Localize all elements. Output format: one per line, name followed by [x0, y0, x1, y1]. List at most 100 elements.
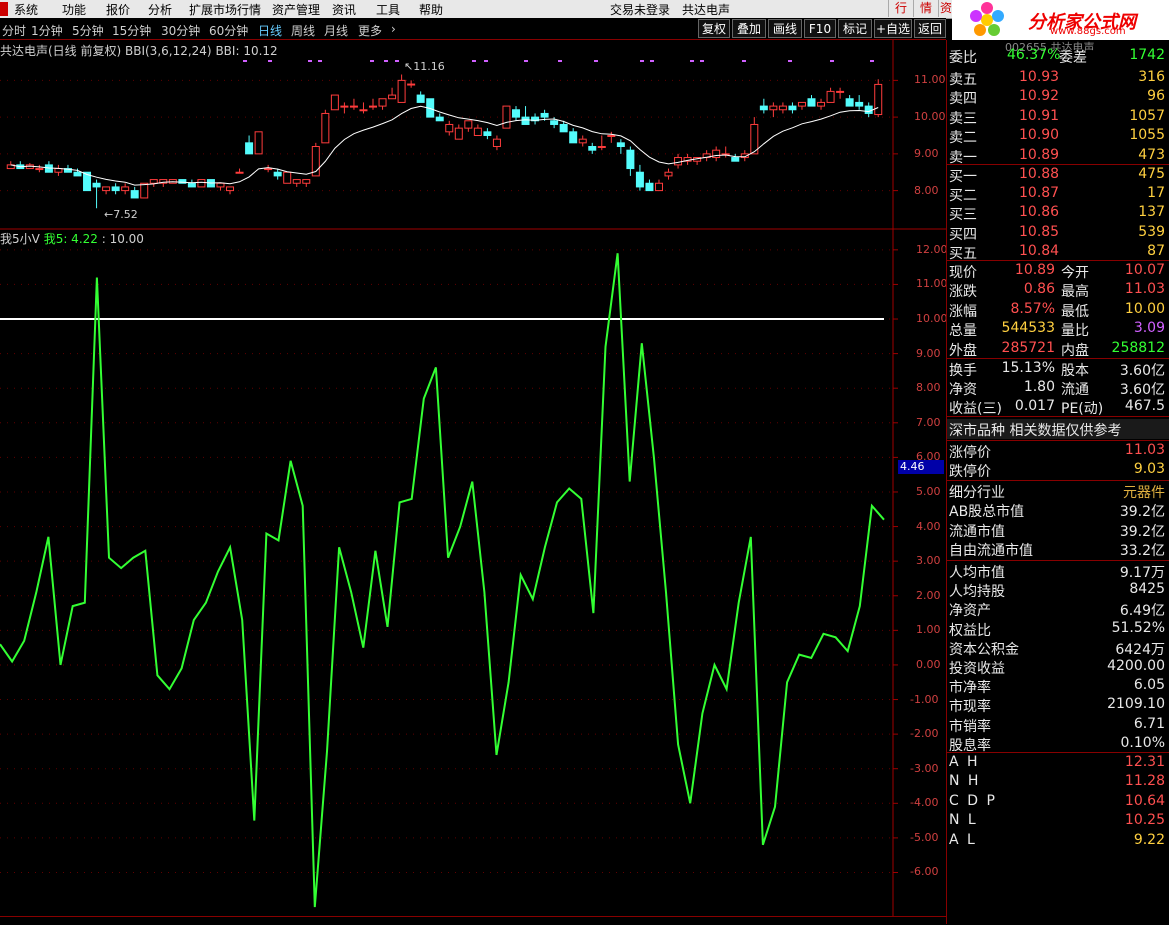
period-tab-more[interactable]: 更多: [358, 22, 382, 39]
y-tick-label: 4.00: [916, 519, 941, 533]
period-tab-weekly[interactable]: 周线: [291, 22, 315, 39]
bid-row: 买二 10.87 17: [947, 184, 1169, 205]
quote-value: 10.07: [1124, 262, 1165, 278]
detail-label: 市销率: [949, 718, 991, 735]
quote-value: 10.00: [1124, 300, 1165, 317]
candle-body: [797, 101, 806, 107]
quote-label: 内盘: [1061, 342, 1089, 359]
quote-label: 最高: [1061, 284, 1089, 301]
menu-news[interactable]: 资讯: [332, 1, 356, 18]
back-button[interactable]: 返回: [914, 19, 946, 38]
y-tick-label: 11.00: [914, 73, 946, 87]
quote-tab-button[interactable]: 行: [888, 0, 913, 17]
ask-row: 卖四 10.92 96: [947, 87, 1169, 107]
candle-body: [807, 98, 816, 107]
menu-help[interactable]: 帮助: [419, 1, 443, 18]
indicator-series-line: [0, 253, 885, 908]
overlay-button[interactable]: 叠加: [732, 19, 766, 38]
detail-value: 51.52%: [1111, 619, 1165, 636]
detail-value: 6424万: [1115, 641, 1165, 658]
formula-label: A L: [949, 831, 977, 848]
detail-label: 流通市值: [949, 523, 1005, 540]
bbi-line: [10, 105, 879, 186]
candle-body: [654, 182, 663, 192]
candle-body: [245, 142, 254, 155]
formula-value: 12.31: [1124, 754, 1165, 770]
quote-value: 8.57%: [1010, 300, 1055, 317]
candle-body: [149, 179, 158, 184]
detail-row: 投资收益 4200.00: [947, 657, 1169, 677]
quote-label: 最低: [1061, 303, 1089, 320]
bid-price: 10.84: [1019, 242, 1060, 259]
detail-row: 细分行业 元器件: [947, 481, 1169, 501]
candle-body: [92, 182, 101, 188]
f10-button[interactable]: F10: [804, 19, 836, 38]
period-tab-5min[interactable]: 5分钟: [72, 22, 104, 39]
grid-lines: [0, 40, 946, 916]
period-tab-15min[interactable]: 15分钟: [112, 22, 151, 39]
y-tick-label: 1.00: [916, 623, 941, 637]
formula-label: N H: [949, 773, 981, 790]
fundamental-value: 467.5: [1124, 398, 1165, 415]
signal-dot: [690, 60, 694, 62]
candle-body: [578, 138, 587, 144]
candle-body: [559, 123, 568, 133]
quote-value: 11.03: [1124, 281, 1165, 298]
period-tab-30min[interactable]: 30分钟: [161, 22, 200, 39]
chart-area[interactable]: [0, 40, 946, 916]
menu-function[interactable]: 功能: [62, 1, 86, 18]
menu-analysis[interactable]: 分析: [148, 1, 172, 18]
period-tab-minute[interactable]: 分时: [2, 22, 26, 39]
info-tab-button[interactable]: 情: [913, 0, 938, 17]
chevron-right-icon[interactable]: ›: [391, 22, 396, 36]
detail-value: 9.17万: [1119, 565, 1165, 581]
signal-dot: [472, 60, 476, 62]
period-tab-daily[interactable]: 日线: [258, 22, 282, 39]
indicator-value-label: 我5: 4.22: [43, 232, 98, 246]
y-tick-label: -5.00: [910, 830, 939, 844]
limit-value: 9.03: [1133, 461, 1165, 478]
bid-price: 10.85: [1019, 223, 1060, 240]
menu-extended-market[interactable]: 扩展市场行情: [189, 1, 261, 18]
bid-label: 买二: [949, 188, 977, 205]
detail-label: 人均持股: [949, 584, 1005, 601]
candle-body: [464, 120, 473, 129]
menu-system[interactable]: 系统: [14, 1, 38, 18]
quote-row: 外盘 285721 内盘 258812: [947, 339, 1169, 359]
menu-quote[interactable]: 报价: [106, 1, 130, 18]
candle-body: [73, 171, 82, 177]
fundamental-row: 换手 15.13% 股本 3.60亿: [947, 359, 1169, 379]
detail-value: 0.10%: [1120, 734, 1165, 751]
quote-row: 涨幅 8.57% 最低 10.00: [947, 300, 1169, 320]
formula-value: 10.25: [1124, 812, 1165, 829]
fundamental-row: 收益(三) 0.017 PE(动) 467.5: [947, 397, 1169, 417]
ask-volume: 96: [1147, 88, 1165, 105]
y-tick-label: 9.00: [916, 346, 941, 360]
candle-body: [264, 168, 273, 171]
main-chart-title: 共达电声(日线 前复权) BBI(3,6,12,24) BBI: 10.12: [0, 42, 278, 59]
candle-body: [235, 171, 244, 174]
mark-button[interactable]: 标记: [838, 19, 872, 38]
period-tab-monthly[interactable]: 月线: [324, 22, 348, 39]
asset-tab-button[interactable]: 资: [938, 0, 953, 17]
candle-body: [407, 83, 416, 86]
candle-body: [321, 112, 330, 144]
period-tab-60min[interactable]: 60分钟: [209, 22, 248, 39]
candle-body: [187, 182, 196, 188]
menu-tools[interactable]: 工具: [376, 1, 400, 18]
signal-dot: [830, 60, 834, 62]
candle-body: [569, 131, 578, 144]
draw-line-button[interactable]: 画线: [768, 19, 802, 38]
period-tab-1min[interactable]: 1分钟: [31, 22, 63, 39]
add-watchlist-button[interactable]: +自选: [874, 19, 912, 38]
app-icon: [0, 2, 8, 16]
bid-volume: 87: [1147, 242, 1165, 259]
bid-volume: 137: [1138, 204, 1165, 221]
bid-volume: 539: [1138, 223, 1165, 240]
candle-body: [121, 186, 130, 192]
menu-asset-management[interactable]: 资产管理: [272, 1, 320, 18]
bid-label: 买三: [949, 207, 977, 224]
ask-row: 卖二 10.90 1055: [947, 126, 1169, 146]
adjust-button[interactable]: 复权: [698, 19, 730, 38]
ask-row: 卖三 10.91 1057: [947, 107, 1169, 127]
